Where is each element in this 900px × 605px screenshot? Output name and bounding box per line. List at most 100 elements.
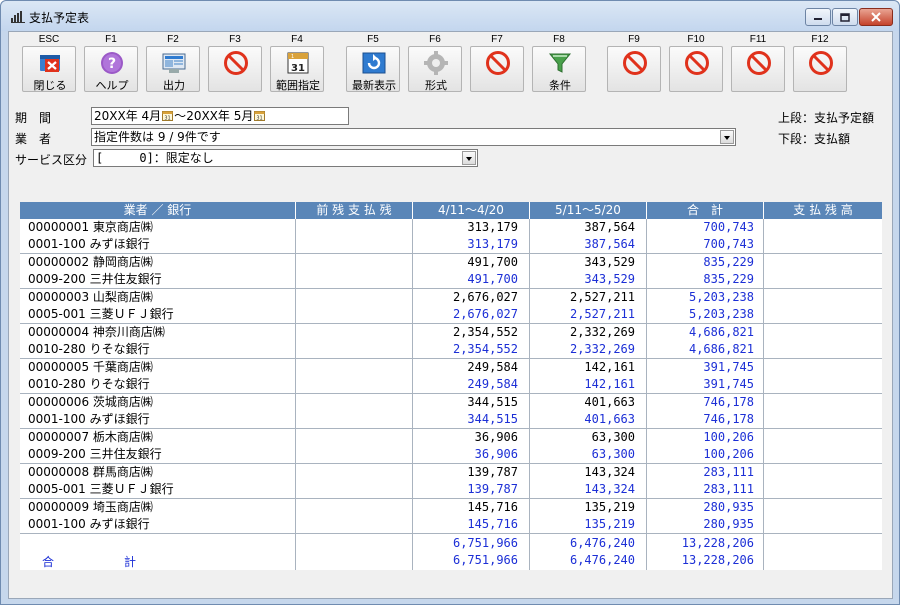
fkey-button-esc[interactable]: 閉じる [22, 46, 76, 92]
period-from-value: 20XX年 4月 [94, 109, 162, 123]
column-header[interactable]: 5/11～5/20 [530, 202, 647, 219]
paid-period2-cell: 2,332,269 [569, 342, 635, 356]
fkey-caption: ESC [38, 34, 60, 45]
paid-total-cell: 746,178 [703, 412, 754, 426]
chevron-down-icon[interactable] [720, 130, 734, 144]
fkey-button-f8[interactable]: 条件 [532, 46, 586, 92]
maximize-icon [840, 12, 850, 22]
total-scheduled-period2: 6,476,240 [569, 536, 635, 550]
payment-schedule-table[interactable]: 業者 ／ 銀行前 残 支 払 残 4/11～4/20 5/11～5/20 合 計支 払… [20, 202, 882, 570]
vendor-name-cell: 00000007 栃木商店㈱ [28, 430, 153, 444]
chevron-down-icon[interactable] [462, 151, 476, 165]
column-header[interactable]: 4/11～4/20 [413, 202, 530, 219]
paid-total-cell: 5,203,238 [688, 307, 754, 321]
gear-icon [424, 51, 448, 75]
scheduled-total-cell: 700,743 [703, 220, 754, 234]
vendor-select-value: 指定件数は 9 / 9件です [94, 130, 221, 144]
fkey-caption: F6 [429, 34, 441, 45]
bank-name-cell: 0001-100 みずほ銀行 [28, 412, 150, 426]
paid-total-cell: 100,206 [703, 447, 754, 461]
paid-total-cell: 700,743 [703, 237, 754, 251]
fkey-caption: F8 [553, 34, 565, 45]
scheduled-total-cell: 280,935 [703, 500, 754, 514]
scheduled-period2-cell: 2,527,211 [569, 290, 635, 304]
disabled-icon [685, 51, 709, 75]
table-row[interactable]: 00000002 静岡商店㈱ 0009-200 三井住友銀行 491,700 343,… [20, 254, 882, 289]
period-range-field[interactable]: 20XX年 4月 31 ～20XX年 5月 31 [91, 107, 349, 125]
fkey-caption: F9 [628, 34, 640, 45]
fkey-button-f6[interactable]: 形式 [408, 46, 462, 92]
vendor-select[interactable]: 指定件数は 9 / 9件です [91, 128, 736, 146]
maximize-button[interactable] [832, 8, 858, 26]
fkey-button-f7[interactable] [470, 46, 524, 92]
service-category-label: サービス区分 [15, 153, 88, 167]
refresh-icon [362, 52, 386, 74]
calendar-to-icon[interactable]: 31 [254, 110, 266, 121]
fkey-f7: F7 [469, 32, 525, 92]
column-divider [646, 219, 647, 570]
fkey-button-f11[interactable] [731, 46, 785, 92]
fkey-label: 閉じる [33, 79, 67, 92]
column-header[interactable]: 前 残 支 払 残 [296, 202, 413, 219]
scheduled-period1-cell: 249,584 [467, 360, 518, 374]
column-header[interactable]: 業者 ／ 銀行 [20, 202, 296, 219]
service-category-select[interactable]: [ 0]：限定なし [93, 149, 478, 167]
paid-period1-cell: 145,716 [467, 517, 518, 531]
paid-period2-cell: 401,663 [584, 412, 635, 426]
table-row[interactable]: 00000005 千葉商店㈱ 0010-280 りそな銀行 249,584 142,1… [20, 359, 882, 394]
fkey-f4: F4 31 1 範囲指定 [269, 32, 325, 92]
fkey-button-f10[interactable] [669, 46, 723, 92]
totals-label-right: 計 [124, 555, 137, 569]
fkey-button-f5[interactable]: 最新表示 [346, 46, 400, 92]
column-header[interactable]: 支 払 残 高 [764, 202, 882, 219]
paid-total-cell: 280,935 [703, 517, 754, 531]
fkey-caption: F1 [105, 34, 117, 45]
fkey-caption: F12 [811, 34, 829, 45]
svg-text:31: 31 [164, 116, 170, 122]
scheduled-period1-cell: 2,354,552 [452, 325, 518, 339]
total-paid-period2: 6,476,240 [569, 553, 635, 567]
fkey-button-f3[interactable] [208, 46, 262, 92]
table-row[interactable]: 00000009 埼玉商店㈱ 0001-100 みずほ銀行 145,716 135,2… [20, 499, 882, 534]
table-row[interactable]: 00000007 栃木商店㈱ 0009-200 三井住友銀行 36,906 63,30… [20, 429, 882, 464]
client-area: ESC 閉じる F1? ヘルプ F2 出力 F3 F4 31 1 範囲指定 F5 最新表示 F6 形式 F7 F… [8, 31, 893, 599]
scheduled-total-cell: 5,203,238 [688, 290, 754, 304]
scheduled-period1-cell: 313,179 [467, 220, 518, 234]
column-divider [529, 219, 530, 570]
table-row[interactable]: 00000008 群馬商店㈱ 0005-001 三菱ＵＦＪ銀行 139,787 143… [20, 464, 882, 499]
fkey-button-f4[interactable]: 31 1 範囲指定 [270, 46, 324, 92]
calendar-icon: 31 1 [287, 52, 309, 74]
period-to-value: 20XX年 5月 [186, 109, 254, 123]
fkey-button-f9[interactable] [607, 46, 661, 92]
fkey-f11: F11 [730, 32, 786, 92]
bank-name-cell: 0010-280 りそな銀行 [28, 342, 150, 356]
paid-period2-cell: 142,161 [584, 377, 635, 391]
fkey-caption: F3 [229, 34, 241, 45]
calendar-from-icon[interactable]: 31 [162, 110, 174, 122]
table-row[interactable]: 00000003 山梨商店㈱ 0005-001 三菱ＵＦＪ銀行 2,676,027 2… [20, 289, 882, 324]
fkey-caption: F7 [491, 34, 503, 45]
fkey-button-f12[interactable] [793, 46, 847, 92]
fkey-button-f2[interactable]: 出力 [146, 46, 200, 92]
output-icon [162, 53, 186, 73]
fkey-label: 最新表示 [352, 79, 396, 92]
table-row[interactable]: 00000006 茨城商店㈱ 0001-100 みずほ銀行 344,515 401,6… [20, 394, 882, 429]
close-window-button[interactable] [859, 8, 893, 26]
title-bar: 支払予定表 [1, 1, 899, 31]
table-row[interactable]: 00000001 東京商店㈱ 0001-100 みずほ銀行 313,179 387,5… [20, 219, 882, 254]
bank-name-cell: 0001-100 みずほ銀行 [28, 517, 150, 531]
paid-period2-cell: 2,527,211 [569, 307, 635, 321]
paid-period1-cell: 139,787 [467, 482, 518, 496]
column-header[interactable]: 合 計 [647, 202, 764, 219]
vendor-name-cell: 00000008 群馬商店㈱ [28, 465, 153, 479]
scheduled-total-cell: 100,206 [703, 430, 754, 444]
fkey-f2: F2 出力 [145, 32, 201, 92]
minimize-button[interactable] [805, 8, 831, 26]
paid-period2-cell: 343,529 [584, 272, 635, 286]
table-row[interactable]: 00000004 神奈川商店㈱ 0010-280 りそな銀行 2,354,552 2,… [20, 324, 882, 359]
svg-text:31: 31 [291, 63, 305, 74]
fkey-button-f1[interactable]: ? ヘルプ [84, 46, 138, 92]
vendor-label: 業 者 [15, 132, 52, 146]
vendor-name-cell: 00000001 東京商店㈱ [28, 220, 153, 234]
fkey-f8: F8 条件 [531, 32, 587, 92]
